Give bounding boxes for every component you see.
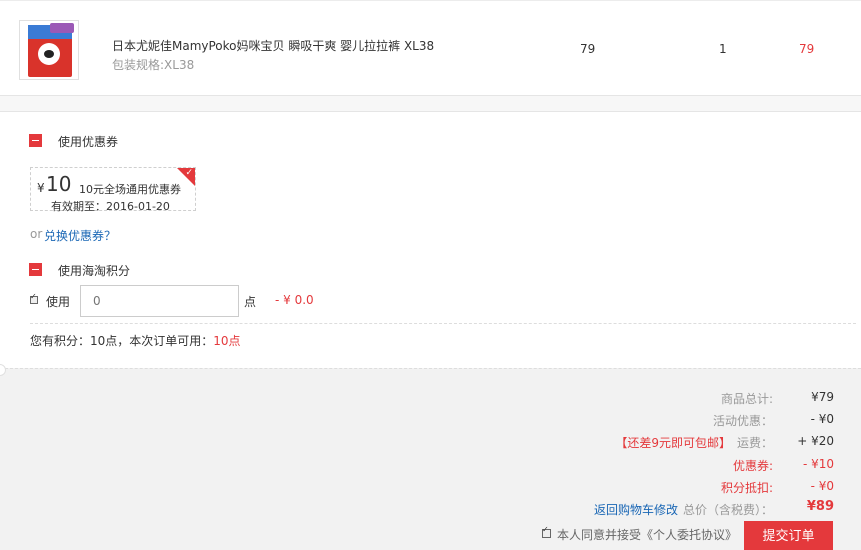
use-points-checkbox[interactable]	[30, 292, 38, 304]
coupon-currency: ¥	[37, 181, 45, 195]
agree-text[interactable]: 本人同意并接受《个人委托协议》	[557, 526, 737, 543]
check-icon: ✓	[185, 168, 193, 178]
product-thumbnail[interactable]	[19, 20, 79, 80]
points-deduction-label: 积分抵扣:	[720, 481, 773, 495]
coupon-description: 10元全场通用优惠券	[79, 183, 181, 196]
product-spec: 包装规格:XL38	[112, 58, 195, 72]
coupon-collapse-toggle[interactable]	[29, 134, 42, 147]
coupon-amount: 10	[46, 172, 72, 196]
order-summary: 商品总计: ¥79 活动优惠： - ¥0 【还差9元即可包邮】 运费： + ¥2…	[0, 368, 861, 550]
total-label: 总价（含税费）：	[682, 503, 773, 517]
points-deduction-value: - ¥0	[810, 479, 834, 493]
back-to-cart-link[interactable]: 返回购物车修改	[594, 501, 678, 518]
shipping-label: 运费：	[736, 436, 773, 450]
points-available: 10点	[213, 334, 241, 348]
points-section-title: 使用海淘积分	[58, 264, 131, 278]
dashed-divider	[30, 323, 856, 324]
use-points-label: 使用	[46, 295, 71, 309]
points-info: 您有积分：10点，本次订单可用：10点	[30, 332, 241, 349]
product-row: 日本尤妮佳MamyPoko妈咪宝贝 瞬吸干爽 婴儿拉拉裤 XL38 包装规格:X…	[0, 0, 861, 96]
free-shipping-hint: 【还差9元即可包邮】	[615, 436, 731, 450]
points-input[interactable]	[80, 285, 239, 317]
product-image	[28, 23, 74, 77]
submit-order-button[interactable]: 提交订单	[744, 521, 833, 550]
goods-total-label: 商品总计:	[720, 392, 773, 406]
or-text: or	[30, 227, 43, 241]
activity-discount-label: 活动优惠：	[712, 414, 773, 428]
goods-total-value: ¥79	[811, 390, 834, 404]
shipping-value: + ¥20	[797, 434, 834, 448]
product-subtotal: 79	[799, 42, 815, 56]
coupon-section-title: 使用优惠券	[58, 135, 119, 149]
coupon-expiry: 有效期至：2016-01-20	[51, 200, 170, 213]
coupon-value: - ¥10	[802, 457, 834, 471]
product-quantity: 1	[719, 42, 727, 56]
product-name[interactable]: 日本尤妮佳MamyPoko妈咪宝贝 瞬吸干爽 婴儿拉拉裤 XL38	[112, 37, 434, 54]
coupon-card[interactable]: ¥ 10 10元全场通用优惠券 有效期至：2016-01-20 ✓	[30, 167, 196, 213]
coupon-label: 优惠券:	[732, 459, 773, 473]
redeem-coupon-link[interactable]: 兑换优惠券？	[44, 227, 116, 244]
agree-checkbox[interactable]	[542, 525, 551, 538]
total-value: ¥89	[806, 499, 834, 514]
section-divider	[0, 96, 861, 112]
product-price: 79	[580, 42, 596, 56]
points-info-text: 您有积分：10点，本次订单可用：	[30, 334, 214, 348]
points-unit: 点	[244, 295, 257, 309]
points-collapse-toggle[interactable]	[29, 263, 42, 276]
points-deduction: - ¥ 0.0	[275, 293, 314, 307]
activity-discount-value: - ¥0	[810, 412, 834, 426]
